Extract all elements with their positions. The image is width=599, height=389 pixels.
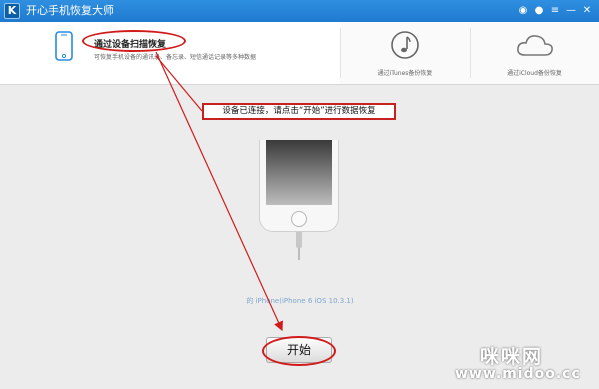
wechat-icon[interactable]: ◉ [517,5,529,17]
close-icon[interactable]: ✕ [581,5,593,17]
chat-icon[interactable]: ● [533,5,545,17]
watermark-url: www.midoo.cc [455,366,581,382]
title-bar[interactable]: K 开心手机恢复大师 ◉ ● ≡ — ✕ [0,0,599,22]
tab-itunes-backup[interactable]: 通过iTunes备份恢复 [340,22,470,84]
start-button[interactable]: 开始 [266,337,332,363]
lightning-cable [296,232,302,248]
connection-notice: 设备已连接，请点击“开始”进行数据恢复 [202,103,396,120]
home-button-icon [291,211,307,227]
tab-device-scan-description: 可恢复手机设备的通讯录、备忘录、短信通话记录等多种数据 [94,54,257,61]
tab-icloud-backup-label: 通过iCloud备份恢复 [507,70,562,77]
tab-icloud-backup[interactable]: 通过iCloud备份恢复 [470,22,599,84]
tab-device-scan[interactable]: 通过设备扫描恢复 可恢复手机设备的通讯录、备忘录、短信通话记录等多种数据 [0,22,340,84]
tab-bar: 通过设备扫描恢复 可恢复手机设备的通讯录、备忘录、短信通话记录等多种数据 通过i… [0,22,599,106]
active-tab-indicator [60,100,72,106]
lightning-cable-wire [298,248,300,260]
tab-itunes-backup-label: 通过iTunes备份恢复 [377,70,433,77]
app-window: K 开心手机恢复大师 ◉ ● ≡ — ✕ 通过设备扫描恢复 可恢复手机设备的通讯… [0,0,599,389]
app-logo: K [4,3,20,19]
app-title: 开心手机恢复大师 [26,4,114,17]
tab-device-scan-title: 通过设备扫描恢复 [94,40,167,50]
watermark-title: 咪咪网 [480,346,544,368]
minimize-icon[interactable]: — [565,5,577,17]
menu-icon[interactable]: ≡ [549,5,561,17]
iphone-illustration [259,140,339,232]
iphone-screen [266,140,332,205]
music-note-icon [391,31,419,59]
cloud-icon [516,35,553,56]
device-name-label: 的 iPhone(iPhone 6 iOS 10.3.1) [246,297,354,305]
phone-icon [55,31,73,61]
